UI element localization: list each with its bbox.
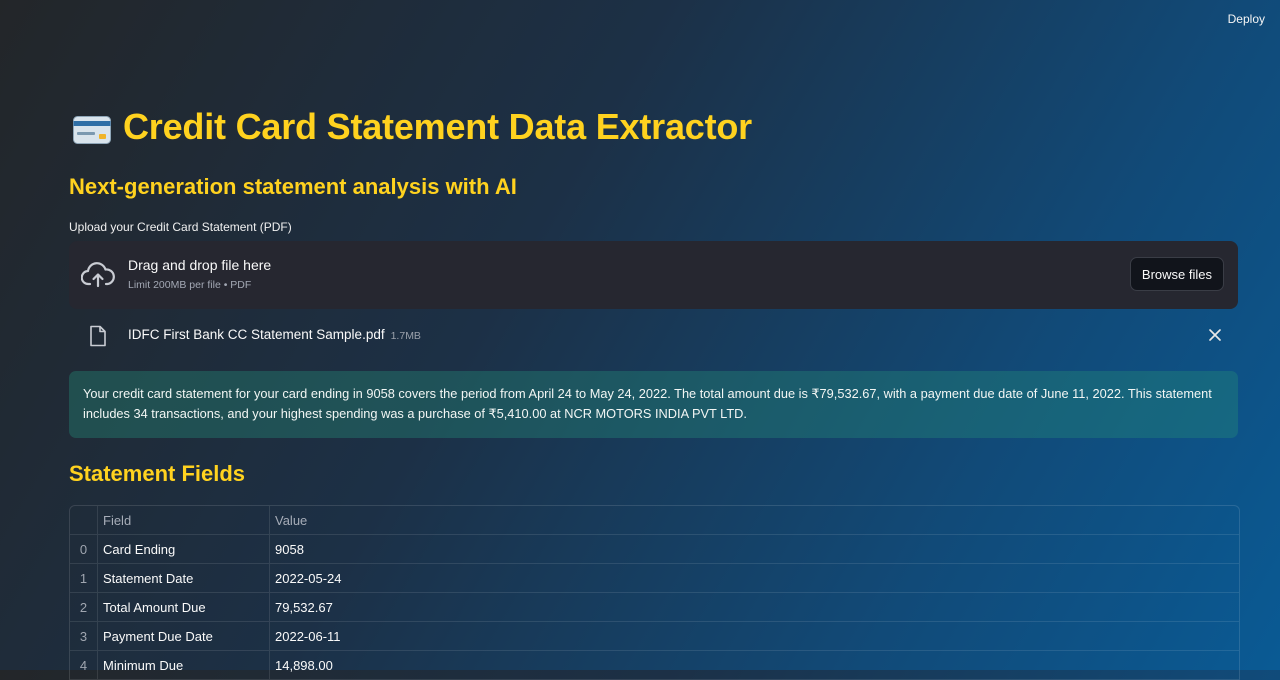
value-cell[interactable]: 79,532.67	[270, 593, 1239, 621]
summary-alert: Your credit card statement for your card…	[69, 371, 1238, 438]
value-cell[interactable]: 14,898.00	[270, 651, 1239, 679]
statement-fields-table: Field Value 0 Card Ending 9058 1 Stateme…	[69, 505, 1240, 680]
field-cell[interactable]: Payment Due Date	[98, 622, 270, 650]
page-title: Credit Card Statement Data Extractor	[73, 106, 752, 148]
table-row: 1 Statement Date 2022-05-24	[70, 564, 1239, 593]
file-name: IDFC First Bank CC Statement Sample.pdf 1…	[128, 327, 421, 342]
row-index: 2	[70, 593, 98, 621]
statement-fields-title: Statement Fields	[69, 461, 246, 486]
table-header-row: Field Value	[70, 506, 1239, 535]
row-index: 1	[70, 564, 98, 592]
column-header-value[interactable]: Value	[270, 506, 1239, 534]
page-title-text: Credit Card Statement Data Extractor	[123, 106, 752, 147]
close-icon[interactable]	[1206, 326, 1224, 344]
field-cell[interactable]: Statement Date	[98, 564, 270, 592]
file-dropzone[interactable]: Drag and drop file here Limit 200MB per …	[69, 241, 1238, 309]
table-row: 3 Payment Due Date 2022-06-11	[70, 622, 1239, 651]
row-index: 3	[70, 622, 98, 650]
row-index: 0	[70, 535, 98, 563]
table-row: 4 Minimum Due 14,898.00	[70, 651, 1239, 680]
cloud-upload-icon	[81, 262, 115, 288]
table-row: 2 Total Amount Due 79,532.67	[70, 593, 1239, 622]
column-header-field[interactable]: Field	[98, 506, 270, 534]
field-cell[interactable]: Total Amount Due	[98, 593, 270, 621]
file-size: 1.7MB	[390, 330, 421, 342]
file-icon	[90, 325, 106, 347]
value-cell[interactable]: 9058	[270, 535, 1239, 563]
field-cell[interactable]: Card Ending	[98, 535, 270, 563]
table-row: 0 Card Ending 9058	[70, 535, 1239, 564]
value-cell[interactable]: 2022-06-11	[270, 622, 1239, 650]
column-header-index	[70, 506, 98, 534]
deploy-button[interactable]: Deploy	[1228, 10, 1265, 28]
dropzone-text: Drag and drop file here Limit 200MB per …	[128, 257, 271, 291]
dropzone-instruction: Drag and drop file here	[128, 257, 272, 273]
file-name-text: IDFC First Bank CC Statement Sample.pdf	[128, 327, 385, 342]
dropzone-limit: Limit 200MB per file • PDF	[128, 279, 252, 291]
value-cell[interactable]: 2022-05-24	[270, 564, 1239, 592]
field-cell[interactable]: Minimum Due	[98, 651, 270, 679]
page-subtitle: Next-generation statement analysis with …	[69, 174, 517, 199]
browse-files-button[interactable]: Browse files	[1129, 257, 1224, 291]
credit-card-icon	[73, 116, 111, 144]
uploaded-file: IDFC First Bank CC Statement Sample.pdf 1…	[69, 322, 1238, 350]
uploader-label: Upload your Credit Card Statement (PDF)	[69, 220, 292, 234]
row-index: 4	[70, 651, 98, 679]
